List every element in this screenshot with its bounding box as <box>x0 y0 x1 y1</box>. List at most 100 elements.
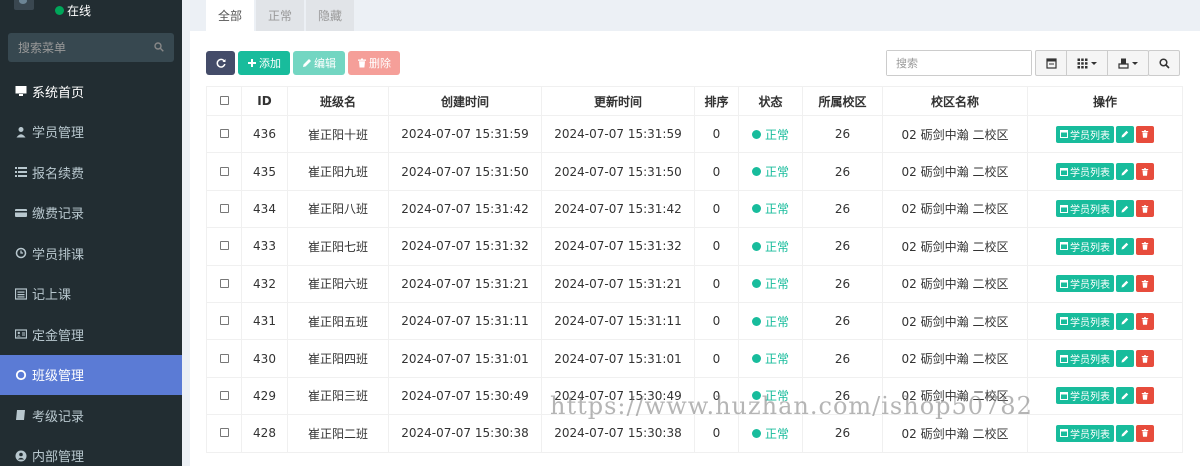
table-row[interactable]: 435 崔正阳九班 2024-07-07 15:31:50 2024-07-07… <box>206 152 1183 191</box>
sidebar-item-enroll[interactable]: 报名续费 <box>0 152 182 193</box>
created-time-cell: 2024-07-07 15:31:11 <box>388 301 542 341</box>
status-badge[interactable]: 正常 <box>751 313 789 330</box>
row-checkbox[interactable] <box>219 316 229 326</box>
column-header[interactable]: 状态 <box>738 86 803 116</box>
id-card-icon <box>14 328 28 340</box>
table-row[interactable]: 432 崔正阳六班 2024-07-07 15:31:21 2024-07-07… <box>206 264 1183 303</box>
status-badge[interactable]: 正常 <box>751 425 789 442</box>
toggle-view-button[interactable] <box>1035 50 1067 76</box>
tab-normal[interactable]: 正常 <box>256 0 304 31</box>
column-header[interactable]: 创建时间 <box>388 86 542 116</box>
row-edit-button[interactable] <box>1116 312 1134 330</box>
table-row[interactable]: 431 崔正阳五班 2024-07-07 15:31:11 2024-07-07… <box>206 301 1183 341</box>
sidebar-item-exams[interactable]: 考级记录 <box>0 395 182 436</box>
student-list-button[interactable]: 学员列表 <box>1056 163 1114 181</box>
columns-button[interactable] <box>1066 50 1108 76</box>
sidebar-item-scheduling[interactable]: 学员排课 <box>0 233 182 274</box>
row-edit-button[interactable] <box>1116 387 1134 405</box>
row-checkbox[interactable] <box>219 353 229 363</box>
table-list-icon <box>1060 242 1068 251</box>
tab-all[interactable]: 全部 <box>206 0 254 31</box>
row-edit-button[interactable] <box>1116 125 1134 143</box>
avatar[interactable] <box>14 0 34 10</box>
student-list-button[interactable]: 学员列表 <box>1056 350 1114 368</box>
column-header[interactable]: ID <box>241 86 288 116</box>
row-edit-button[interactable] <box>1116 163 1134 181</box>
row-edit-button[interactable] <box>1116 200 1134 218</box>
student-list-button[interactable]: 学员列表 <box>1056 387 1114 405</box>
row-delete-button[interactable] <box>1136 350 1154 368</box>
row-checkbox[interactable] <box>219 203 229 213</box>
export-button[interactable] <box>1107 50 1149 76</box>
sidebar-item-dashboard[interactable]: 系统首页 <box>0 71 182 112</box>
row-checkbox[interactable] <box>219 390 229 400</box>
table-row[interactable]: 436 崔正阳十班 2024-07-07 15:31:59 2024-07-07… <box>206 114 1183 154</box>
status-badge[interactable]: 正常 <box>751 238 789 255</box>
column-header[interactable]: 更新时间 <box>541 86 695 116</box>
row-delete-button[interactable] <box>1136 424 1154 442</box>
row-delete-button[interactable] <box>1136 237 1154 255</box>
id-cell: 434 <box>241 189 288 229</box>
row-operations: 学员列表 <box>1055 200 1155 218</box>
campus-id-cell: 26 <box>802 376 883 416</box>
menu-search-input[interactable] <box>8 33 174 62</box>
status-badge[interactable]: 正常 <box>751 200 789 217</box>
table-row[interactable]: 434 崔正阳八班 2024-07-07 15:31:42 2024-07-07… <box>206 189 1183 229</box>
sidebar-item-attendance[interactable]: 记上课 <box>0 274 182 315</box>
row-checkbox[interactable] <box>219 166 229 176</box>
table-search-input[interactable] <box>887 51 1031 75</box>
sidebar-item-internal[interactable]: 内部管理 <box>0 436 182 466</box>
row-edit-button[interactable] <box>1116 350 1134 368</box>
row-delete-button[interactable] <box>1136 163 1154 181</box>
row-delete-button[interactable] <box>1136 275 1154 293</box>
sidebar-item-classes[interactable]: 班级管理 <box>0 354 182 395</box>
row-delete-button[interactable] <box>1136 125 1154 143</box>
student-list-button[interactable]: 学员列表 <box>1056 275 1114 293</box>
row-edit-button[interactable] <box>1116 237 1134 255</box>
status-badge[interactable]: 正常 <box>751 387 789 404</box>
status-badge[interactable]: 正常 <box>751 163 789 180</box>
student-list-button[interactable]: 学员列表 <box>1056 312 1114 330</box>
row-delete-button[interactable] <box>1136 387 1154 405</box>
select-all-checkbox[interactable] <box>219 96 229 105</box>
pencil-icon <box>1121 355 1129 363</box>
row-checkbox[interactable] <box>219 428 229 438</box>
row-checkbox[interactable] <box>219 278 229 288</box>
column-header[interactable]: 排序 <box>694 86 739 116</box>
status-cell: 正常 <box>738 339 803 378</box>
status-badge[interactable]: 正常 <box>751 350 789 367</box>
sidebar-item-label: 系统首页 <box>32 85 85 101</box>
add-button[interactable]: 添加 <box>238 51 290 75</box>
search-icon[interactable] <box>154 42 164 52</box>
refresh-button[interactable] <box>206 51 235 75</box>
advanced-search-button[interactable] <box>1148 50 1180 76</box>
row-checkbox[interactable] <box>219 129 229 139</box>
student-list-button[interactable]: 学员列表 <box>1056 237 1114 255</box>
row-delete-button[interactable] <box>1136 200 1154 218</box>
table-row[interactable]: 430 崔正阳四班 2024-07-07 15:31:01 2024-07-07… <box>206 339 1183 378</box>
sidebar-item-students[interactable]: 学员管理 <box>0 112 182 153</box>
table-row[interactable]: 433 崔正阳七班 2024-07-07 15:31:32 2024-07-07… <box>206 227 1183 266</box>
edit-button[interactable]: 编辑 <box>293 51 345 75</box>
column-header[interactable]: 校区名称 <box>882 86 1028 116</box>
sort-cell: 0 <box>694 152 739 191</box>
row-edit-button[interactable] <box>1116 424 1134 442</box>
delete-button[interactable]: 删除 <box>348 51 400 75</box>
row-edit-button[interactable] <box>1116 275 1134 293</box>
column-header[interactable]: 所属校区 <box>802 86 883 116</box>
status-badge[interactable]: 正常 <box>751 126 789 143</box>
sidebar-item-payments[interactable]: 缴费记录 <box>0 193 182 234</box>
table-row[interactable]: 429 崔正阳三班 2024-07-07 15:30:49 2024-07-07… <box>206 376 1183 416</box>
student-list-button[interactable]: 学员列表 <box>1056 125 1114 143</box>
row-delete-button[interactable] <box>1136 312 1154 330</box>
tab-hidden[interactable]: 隐藏 <box>306 0 354 31</box>
student-list-button[interactable]: 学员列表 <box>1056 200 1114 218</box>
trash-icon <box>1141 205 1149 213</box>
table-row[interactable]: 428 崔正阳二班 2024-07-07 15:30:38 2024-07-07… <box>206 414 1183 453</box>
column-header[interactable]: 班级名 <box>287 86 389 116</box>
status-badge[interactable]: 正常 <box>751 275 789 292</box>
student-list-button[interactable]: 学员列表 <box>1056 424 1114 442</box>
sidebar-item-deposits[interactable]: 定金管理 <box>0 314 182 355</box>
sidebar-item-label: 内部管理 <box>32 450 85 466</box>
row-checkbox[interactable] <box>219 241 229 251</box>
